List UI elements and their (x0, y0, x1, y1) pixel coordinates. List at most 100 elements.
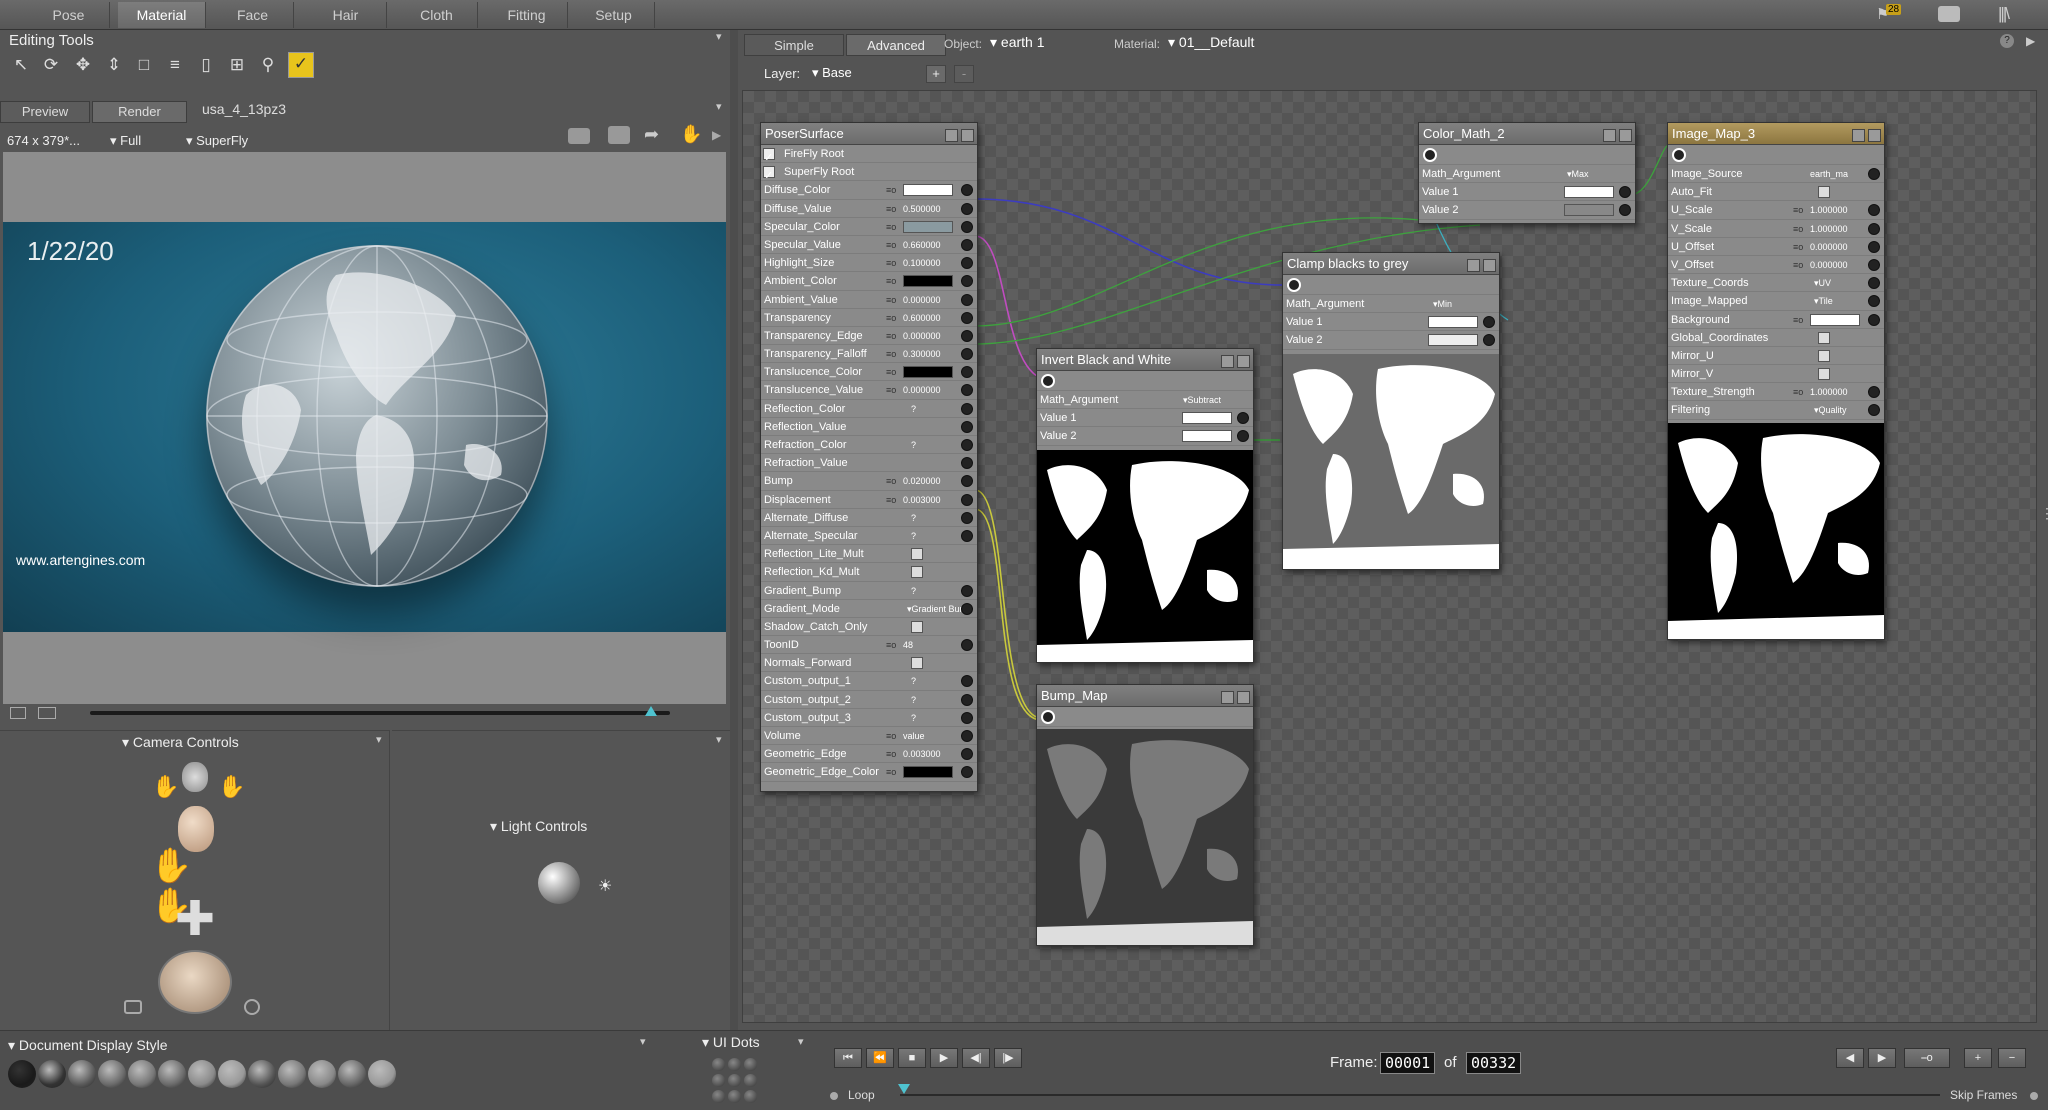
param-row-background[interactable]: Background ≡o (1668, 311, 1884, 329)
param-row-alternate-specular[interactable]: Alternate_Specular? (761, 527, 977, 546)
color-swatch[interactable] (903, 366, 953, 379)
param-row-ambient-color[interactable]: Ambient_Color ≡o (761, 272, 977, 291)
prev-keyframe-button[interactable]: ◀| (962, 1048, 990, 1068)
poser-surface-header[interactable]: PoserSurface (761, 123, 977, 145)
plug-icon[interactable] (1868, 386, 1880, 399)
math-argument-dropdown[interactable]: ▾Min (1433, 295, 1452, 313)
collapse-node-icon[interactable] (1221, 691, 1234, 704)
viewport-layout-icon[interactable] (10, 707, 26, 719)
color-swatch[interactable] (903, 275, 953, 288)
wireframe-style-icon[interactable] (68, 1060, 96, 1088)
value1-row[interactable]: Value 1 (1283, 313, 1499, 332)
math-argument-dropdown[interactable]: ▾Max (1567, 165, 1589, 183)
value2-swatch[interactable] (1428, 334, 1478, 347)
param-row-mirror-u[interactable]: Mirror_U (1668, 347, 1884, 366)
param-row-transparency-edge[interactable]: Transparency_Edge ≡o 0.000000 (761, 327, 977, 346)
node-options-icon[interactable] (1237, 355, 1250, 368)
key-icon[interactable]: ≡o (1793, 383, 1803, 401)
hand-icon[interactable]: ✋ (680, 124, 702, 145)
plug-icon[interactable] (961, 293, 973, 306)
plug-icon[interactable] (961, 257, 973, 270)
plug-icon[interactable] (961, 511, 973, 524)
document-display-title[interactable]: ▾ Document Display Style (8, 1037, 168, 1054)
collapse-node-icon[interactable] (1852, 129, 1865, 142)
play-preview-icon[interactable]: ▶ (712, 128, 721, 142)
color-swatch[interactable] (903, 184, 953, 197)
param-checkbox[interactable] (1818, 368, 1830, 381)
texture-shaded-style-icon[interactable] (338, 1060, 366, 1088)
param-row-reflection-lite-mult[interactable]: Reflection_Lite_Mult (761, 545, 977, 564)
plug-icon[interactable] (961, 730, 973, 742)
light-sun-icon[interactable]: ☀ (598, 876, 612, 896)
camera-flyaround-icon[interactable] (244, 999, 260, 1015)
plug-icon[interactable] (961, 202, 973, 215)
param-row-bump[interactable]: Bump ≡o 0.020000 (761, 472, 977, 491)
param-row-reflection-kd-mult[interactable]: Reflection_Kd_Mult (761, 563, 977, 582)
node-options-icon[interactable] (961, 129, 974, 142)
ui-dots-title[interactable]: ▾ UI Dots (702, 1034, 760, 1051)
translate-tool-icon[interactable]: ⇕ (103, 54, 125, 76)
plug-icon[interactable] (1237, 412, 1249, 425)
param-dropdown[interactable]: ▾Quality (1814, 401, 1847, 419)
cartoon-style-icon[interactable] (218, 1060, 246, 1088)
param-dropdown[interactable]: ▾Tile (1814, 292, 1833, 310)
param-value[interactable]: earth_ma (1810, 165, 1848, 183)
remove-keyframe-button[interactable]: − (1998, 1048, 2026, 1068)
superfly-root-checkbox[interactable]: ✓ (763, 166, 775, 182)
camera-controls-title[interactable]: ▾ Camera Controls (122, 734, 239, 751)
plug-icon[interactable] (1483, 334, 1495, 347)
hidden-line-style-icon[interactable] (98, 1060, 126, 1088)
color-math-node[interactable]: Color_Math_2 Math_Argument ▾Max Value 1 V… (1418, 122, 1636, 224)
param-row-gradient-mode[interactable]: Gradient_Mode ▾Gradient Bump (761, 600, 977, 618)
poser-surface-node[interactable]: PoserSurface ✓ FireFly Root ✓ SuperFly Roo… (760, 122, 978, 792)
firefly-root-checkbox[interactable]: ✓ (763, 148, 775, 164)
param-value[interactable]: 0.020000 (903, 472, 941, 490)
chain-tool-icon[interactable]: ▯ (195, 54, 217, 76)
plug-icon[interactable] (961, 639, 973, 652)
library-icon[interactable]: |||\ (1998, 4, 2010, 24)
param-row-texture-coords[interactable]: Texture_Coords ▾UV (1668, 274, 1884, 293)
param-row-u-scale[interactable]: U_Scale ≡o 1.000000 (1668, 201, 1884, 220)
plug-icon[interactable] (961, 220, 973, 233)
canvas-side-menu-icon[interactable]: ⋮ (2040, 506, 2048, 520)
room-tab-face[interactable]: Face (212, 2, 294, 28)
room-tab-fitting[interactable]: Fitting (486, 2, 568, 28)
plug-icon[interactable] (961, 329, 973, 342)
param-value[interactable]: 0.000000 (1810, 238, 1848, 256)
key-icon[interactable]: ≡o (886, 727, 896, 745)
plug-icon[interactable] (961, 184, 973, 197)
color-swatch[interactable] (903, 766, 953, 779)
collapse-node-icon[interactable] (1221, 355, 1234, 368)
renderer-dropdown[interactable]: ▾ SuperFly (186, 133, 248, 149)
param-row-shadow-catch-only[interactable]: Shadow_Catch_Only (761, 618, 977, 637)
key-icon[interactable]: ≡o (1793, 311, 1803, 329)
light-trackball[interactable] (538, 862, 580, 904)
frame-current-field[interactable]: 00001 (1380, 1052, 1436, 1074)
camera-icon[interactable] (124, 1000, 142, 1014)
camera-face-icon[interactable] (182, 762, 208, 792)
plug-icon[interactable] (961, 348, 973, 361)
cartoon-lined-style-icon[interactable] (248, 1060, 276, 1088)
tab-render[interactable]: Render (92, 101, 187, 123)
value2-row[interactable]: Value 2 (1037, 427, 1253, 446)
help-icon[interactable]: ? (2000, 34, 2014, 48)
key-icon[interactable]: ≡o (886, 327, 896, 345)
key-icon[interactable]: ≡o (886, 381, 896, 399)
param-row-transparency[interactable]: Transparency ≡o 0.600000 (761, 309, 977, 327)
panel-menu-icon[interactable]: ▾ (376, 733, 382, 746)
param-row-refraction-color[interactable]: Refraction_Color? (761, 436, 977, 455)
param-checkbox[interactable] (1818, 186, 1830, 199)
camera-snapshot-icon[interactable] (568, 128, 590, 144)
param-value[interactable]: 0.660000 (903, 236, 941, 254)
plug-icon[interactable] (1483, 316, 1495, 329)
param-row-image-mapped[interactable]: Image_Mapped ▾Tile (1668, 292, 1884, 311)
play-button[interactable]: ▶ (930, 1048, 958, 1068)
ui-dot[interactable] (712, 1074, 725, 1087)
plug-icon[interactable] (961, 420, 973, 433)
key-icon[interactable]: ≡o (886, 763, 896, 781)
plug-icon[interactable] (961, 711, 973, 724)
param-value[interactable]: 0.003000 (903, 491, 941, 509)
param-checkbox[interactable] (1818, 349, 1830, 362)
keyframe-key-button[interactable]: ⎯o (1904, 1048, 1950, 1068)
output-port[interactable] (1037, 371, 1253, 391)
